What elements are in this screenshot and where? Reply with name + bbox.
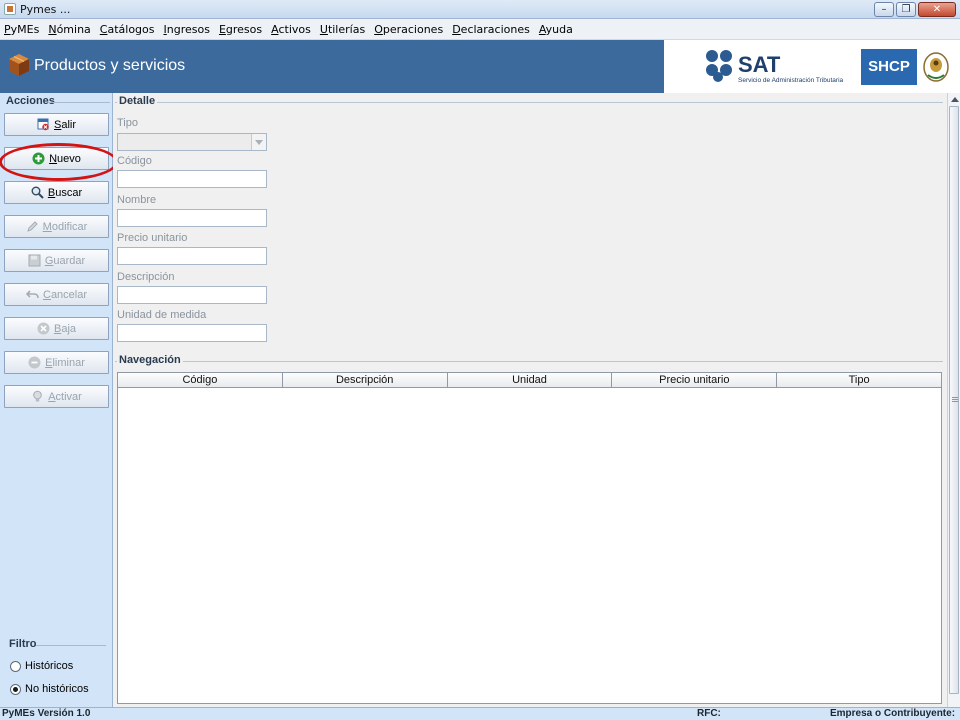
maximize-button[interactable]: ❐ [896, 2, 916, 17]
nombre-label: Nombre [117, 194, 157, 206]
search-icon [31, 186, 44, 199]
window-title: Pymes ... [20, 3, 71, 16]
remove-icon [37, 322, 50, 335]
column-header-descripcion[interactable]: Descripción [283, 373, 448, 387]
column-header-unidad[interactable]: Unidad [448, 373, 613, 387]
historicos-label: Históricos [25, 660, 74, 672]
eliminar-button[interactable]: Eliminar [4, 351, 109, 374]
baja-label: Baja [53, 322, 77, 335]
actions-panel: Acciones Salir Nuevo Buscar Modificar Gu… [0, 93, 118, 707]
main-content: Detalle Tipo Código Nombre Precio unitar… [113, 93, 947, 707]
salir-label: Salir [53, 118, 76, 131]
baja-button[interactable]: Baja [4, 317, 109, 340]
codigo-label: Código [117, 155, 152, 167]
empresa-label: Empresa o Contribuyente: [830, 708, 956, 719]
buscar-label: Buscar [47, 186, 83, 199]
app-icon [4, 3, 16, 15]
unidad-input[interactable] [117, 324, 267, 342]
version-text: PyMEs Versión 1.0 [2, 708, 91, 719]
actions-divider [48, 102, 110, 103]
radio-historicos[interactable] [10, 660, 21, 672]
modificar-button[interactable]: Modificar [4, 215, 109, 238]
close-button[interactable]: ✕ [918, 2, 956, 17]
column-header-tipo[interactable]: Tipo [777, 373, 941, 387]
window-controls: – ❐ ✕ [874, 2, 956, 17]
status-bar: PyMEs Versión 1.0 RFC: Empresa o Contrib… [0, 707, 960, 720]
mexico-seal-icon [923, 52, 949, 82]
precio-input[interactable] [117, 247, 267, 265]
actions-label: Acciones [6, 95, 55, 107]
column-header-codigo[interactable]: Código [118, 373, 283, 387]
navigation-divider [115, 361, 943, 362]
shcp-logo: SHCP [861, 49, 917, 85]
save-icon [28, 254, 41, 267]
exit-icon [37, 118, 49, 131]
salir-button[interactable]: Salir [4, 113, 109, 136]
nuevo-button[interactable]: Nuevo [4, 147, 109, 170]
cancelar-button[interactable]: Cancelar [4, 283, 109, 306]
navigation-legend: Navegación [117, 354, 183, 366]
no-historicos-label: No históricos [25, 683, 89, 695]
menu-activos[interactable]: Activos [271, 23, 311, 36]
descripcion-label: Descripción [117, 271, 175, 283]
box-icon [9, 54, 29, 76]
menu-nomina[interactable]: Nómina [48, 23, 90, 36]
scroll-thumb[interactable] [949, 106, 959, 694]
sat-logo-icon [706, 50, 734, 82]
menu-bar: PyMEs Nómina Catálogos Ingresos Egresos … [0, 19, 960, 40]
menu-operaciones[interactable]: Operaciones [374, 23, 443, 36]
activar-label: Activar [48, 390, 82, 403]
detail-legend: Detalle [117, 95, 158, 107]
title-bar: Pymes ... – ❐ ✕ [0, 0, 960, 19]
pencil-icon [26, 221, 38, 232]
tipo-label: Tipo [117, 117, 138, 129]
eliminar-label: Eliminar [45, 356, 85, 369]
guardar-label: Guardar [44, 254, 86, 267]
add-icon [32, 152, 45, 165]
unidad-label: Unidad de medida [117, 309, 207, 321]
scroll-up-icon[interactable] [949, 94, 960, 105]
menu-pymes[interactable]: PyMEs [4, 23, 39, 36]
rfc-label: RFC: [697, 708, 721, 719]
menu-utilerias[interactable]: Utilerías [320, 23, 365, 36]
filter-no-historicos[interactable]: No históricos [10, 683, 89, 695]
modificar-label: Modificar [42, 220, 88, 233]
menu-ayuda[interactable]: Ayuda [539, 23, 573, 36]
table-header: Código Descripción Unidad Precio unitari… [118, 373, 941, 388]
nuevo-label: Nuevo [49, 152, 81, 165]
radio-no-historicos[interactable] [10, 683, 21, 695]
minimize-button[interactable]: – [874, 2, 894, 17]
filter-divider [36, 645, 106, 646]
vertical-scrollbar[interactable] [947, 93, 960, 707]
delete-icon [28, 356, 41, 369]
column-header-precio[interactable]: Precio unitario [612, 373, 778, 387]
menu-catalogos[interactable]: Catálogos [100, 23, 155, 36]
sat-logo: SAT [738, 52, 781, 77]
menu-declaraciones[interactable]: Declaraciones [452, 23, 530, 36]
undo-icon [25, 290, 39, 299]
menu-egresos[interactable]: Egresos [219, 23, 262, 36]
guardar-button[interactable]: Guardar [4, 249, 109, 272]
precio-label: Precio unitario [117, 232, 188, 244]
sat-subtitle: Servicio de Administración Tributaria [738, 77, 844, 84]
chevron-down-icon[interactable] [251, 134, 266, 150]
lightbulb-icon [33, 390, 42, 402]
detail-divider [115, 102, 943, 103]
menu-ingresos[interactable]: Ingresos [164, 23, 210, 36]
descripcion-input[interactable] [117, 286, 267, 304]
nombre-input[interactable] [117, 209, 267, 227]
codigo-input[interactable] [117, 170, 267, 188]
activar-button[interactable]: Activar [4, 385, 109, 408]
cancelar-label: Cancelar [42, 288, 88, 301]
navigation-table[interactable]: Código Descripción Unidad Precio unitari… [117, 372, 942, 704]
buscar-button[interactable]: Buscar [4, 181, 109, 204]
tipo-select[interactable] [117, 133, 267, 151]
filter-historicos[interactable]: Históricos [10, 660, 73, 672]
filter-label: Filtro [9, 638, 37, 650]
page-title: Productos y servicios [34, 57, 186, 74]
